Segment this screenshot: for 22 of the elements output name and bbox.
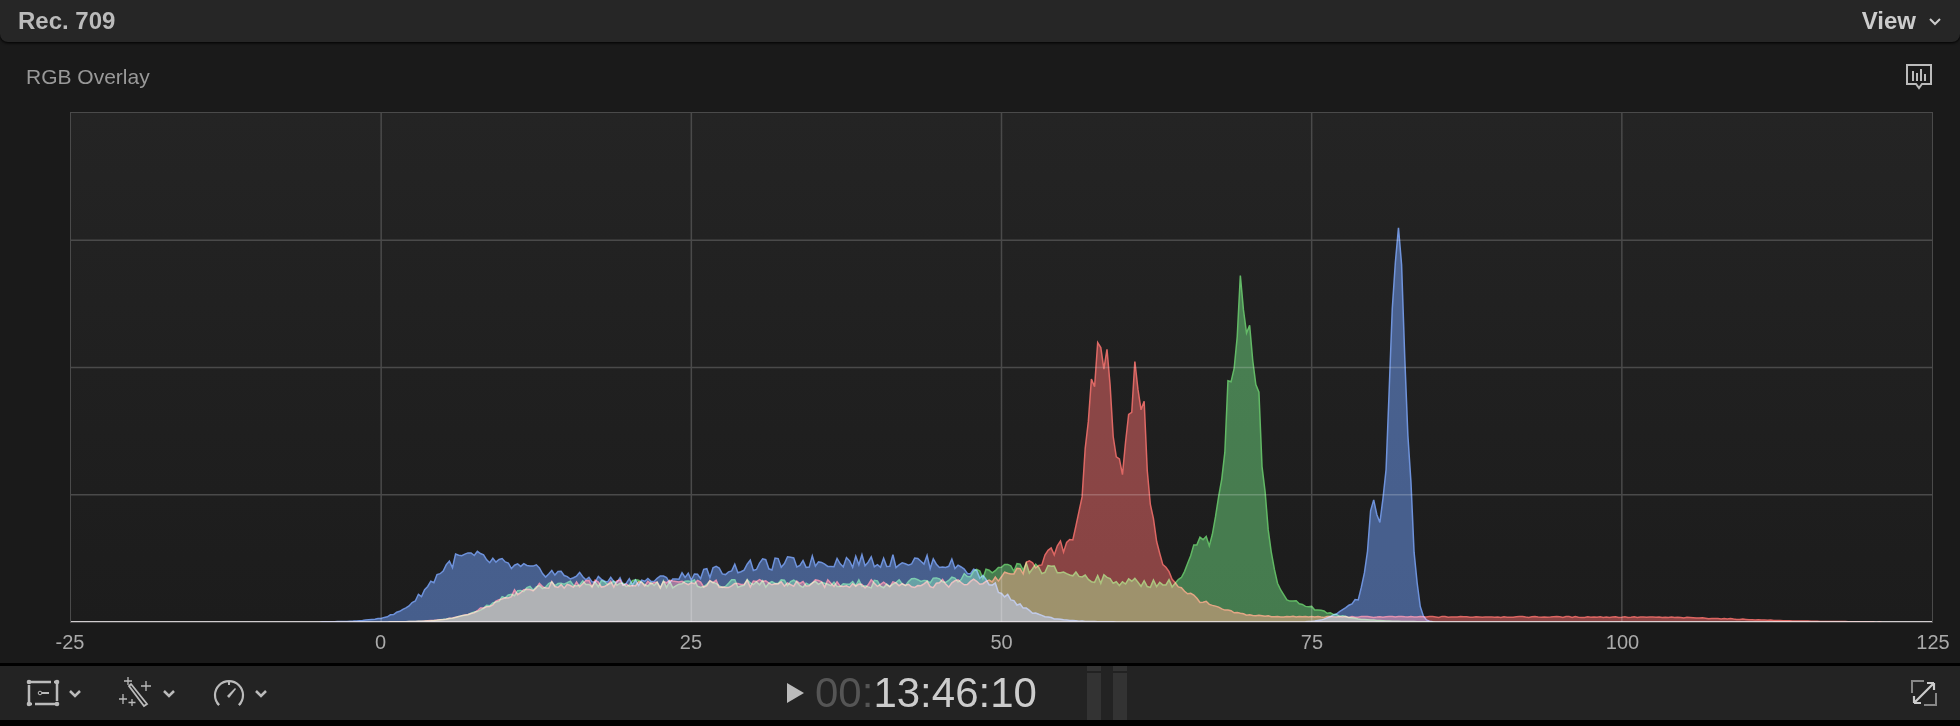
audio-meter-icon: [1086, 666, 1127, 720]
chevron-icon: [1928, 16, 1942, 26]
speedometer-icon: [212, 678, 246, 708]
fullscreen-icon[interactable]: [1910, 679, 1938, 707]
axis-label: 125: [1916, 631, 1950, 654]
header-title: Rec. 709: [18, 7, 116, 35]
axis-label: 75: [1300, 631, 1324, 654]
axis-label: 50: [990, 631, 1013, 654]
crop-frame-icon: [26, 679, 60, 707]
axis-label: -25: [55, 631, 85, 654]
play-icon[interactable]: [785, 682, 805, 704]
chevron-icon: [68, 688, 82, 698]
chevron-icon: [162, 688, 176, 698]
scope-title: RGB Overlay: [26, 65, 150, 89]
histogram-settings-icon[interactable]: [1905, 63, 1933, 91]
view-menu[interactable]: View: [1861, 7, 1942, 35]
magic-wand-icon: [118, 676, 154, 710]
chevron-icon: [254, 688, 268, 698]
axis-label: 100: [1605, 631, 1640, 654]
axis-label: 25: [679, 631, 703, 654]
axis-label: 0: [374, 631, 387, 654]
enhance-menu[interactable]: [118, 676, 176, 710]
